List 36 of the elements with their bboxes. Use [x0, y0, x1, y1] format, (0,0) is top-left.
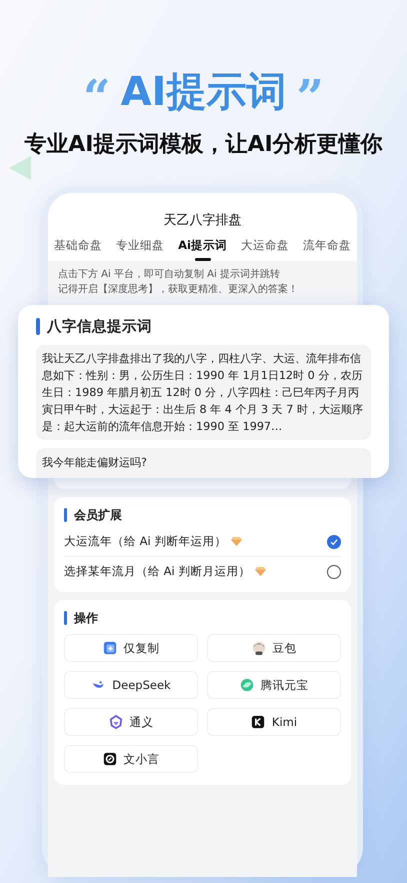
tab[interactable]: 流年命盘 [302, 231, 351, 261]
tab[interactable]: 大运命盘 [240, 231, 289, 261]
headline-title: AI提示词 [120, 68, 286, 117]
section-title: 会员扩展 [74, 506, 122, 524]
app-title: 天乙八字排盘 [164, 212, 242, 229]
prompt-text-area[interactable]: 我让天乙八字排盘排出了我的八字，四柱八字、大运、流年排布信息如下：性别：男，公历生日：1990 年 1月1日12时 0 分，农历生日：1989 年腊月初五 12时 0 分，八字四柱：己巳年丙子月丙寅日甲午时，大运起于：出生后 8 年 4 个月 3 天 7 时，大运顺序是：起大运前的流年信息开始：1990 至 1997… [36, 345, 371, 440]
tab[interactable]: 基础命盘 [54, 231, 102, 261]
k-logo-icon [250, 715, 265, 729]
section-title: 操作 [74, 610, 98, 626]
notice-text: 记得开启【深度思考】，获取更精准、更深入的答案！ [58, 282, 299, 297]
tab[interactable]: Ai提示词 [178, 231, 227, 261]
card-title: 八字信息提示词 [47, 317, 152, 336]
accent-bar [64, 611, 67, 625]
triangle-shape [9, 156, 31, 180]
option-label: 选择某年流月（给 Ai 判断月运用） [64, 564, 250, 579]
orb-icon [240, 678, 254, 692]
copy-icon [102, 641, 116, 655]
checkbox[interactable] [327, 564, 341, 578]
accent-bar [36, 318, 40, 334]
checkbox[interactable] [327, 534, 341, 548]
platform-button[interactable]: 豆包 [207, 634, 341, 662]
ring-logo-icon [102, 752, 116, 766]
platform-button[interactable]: 文小言 [64, 745, 198, 773]
question-field[interactable]: 我今年能走偏财运吗? [36, 448, 371, 478]
subtitle: 专业AI提示词模板，让AI分析更懂你 [23, 131, 384, 159]
platform-button[interactable]: 通义 [64, 708, 198, 736]
platform-button[interactable]: 仅复制 [64, 634, 198, 662]
platform-button[interactable]: 腾讯元宝 [207, 671, 341, 699]
accent-bar [64, 508, 67, 522]
option-label: 大运流年（给 Ai 判断年运用） [64, 534, 226, 549]
tab[interactable]: 专业细盘 [116, 231, 164, 261]
platform-button[interactable]: DeepSeek [64, 671, 198, 699]
quote-mark: “ [82, 72, 111, 112]
quote-mark: ” [296, 72, 324, 112]
platform-button[interactable]: Kimi [207, 708, 341, 736]
notice-text: 点击下方 Ai 平台，即可自动复制 Ai 提示词并跳转 [58, 268, 281, 282]
